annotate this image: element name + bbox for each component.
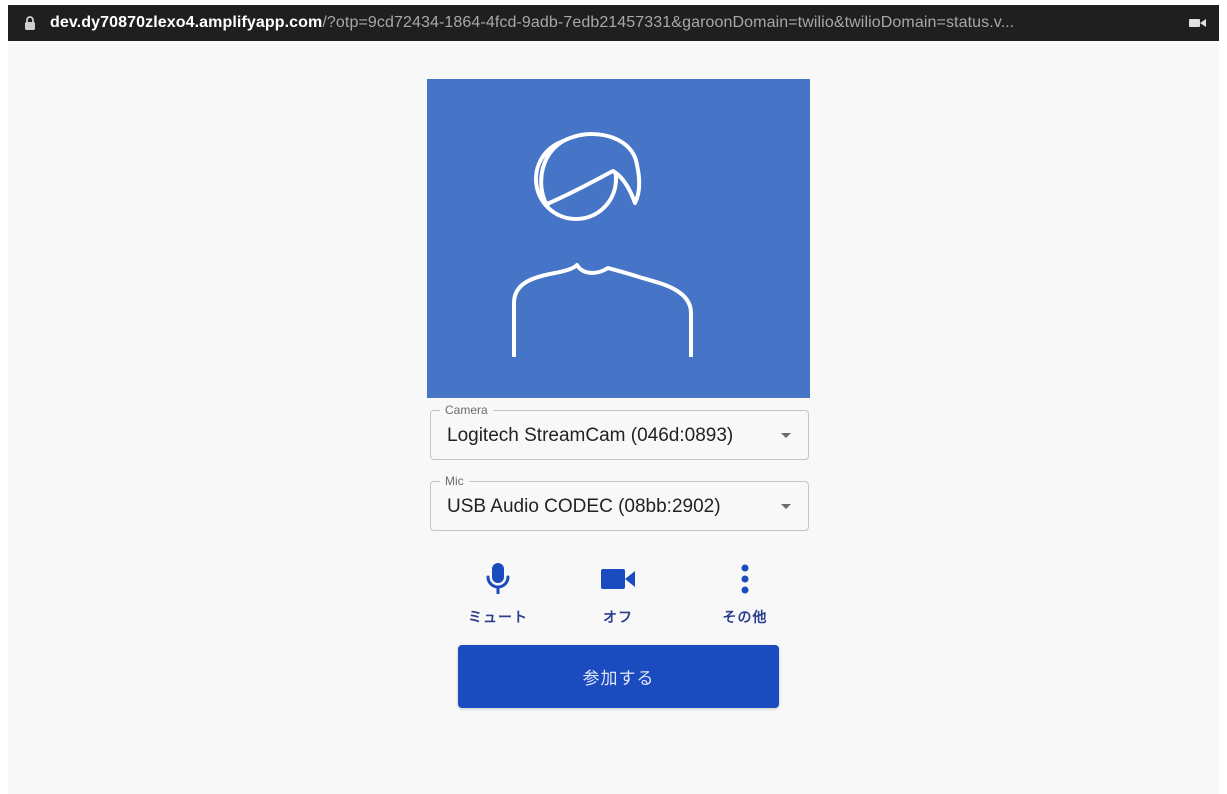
chevron-down-icon[interactable] (781, 433, 791, 438)
camera-select[interactable]: Camera Logitech StreamCam (046d:0893) (430, 402, 809, 460)
url-text[interactable]: dev.dy70870zlexo4.amplifyapp.com/?otp=9c… (50, 14, 1177, 32)
mic-select-value: USB Audio CODEC (08bb:2902) (447, 496, 721, 517)
lock-icon (25, 16, 35, 30)
person-avatar-icon (512, 132, 693, 357)
url-host: dev.dy70870zlexo4.amplifyapp.com (50, 14, 323, 31)
browser-window: dev.dy70870zlexo4.amplifyapp.com/?otp=9c… (0, 0, 1227, 794)
chevron-down-icon[interactable] (781, 504, 791, 509)
camera-select-value: Logitech StreamCam (046d:0893) (447, 425, 734, 446)
address-bar[interactable]: dev.dy70870zlexo4.amplifyapp.com/?otp=9c… (8, 5, 1219, 41)
more-vertical-icon (741, 564, 749, 594)
video-off-button[interactable]: オフ (578, 561, 658, 631)
video-camera-icon (601, 569, 635, 589)
mic-select[interactable]: Mic USB Audio CODEC (08bb:2902) (430, 473, 809, 531)
page-content: Camera Logitech StreamCam (046d:0893) Mi… (8, 41, 1219, 794)
url-path: /?otp=9cd72434-1864-4fcd-9adb-7edb214573… (322, 14, 1015, 31)
mic-select-label: Mic (440, 473, 469, 489)
video-camera-icon[interactable] (1189, 16, 1207, 30)
join-button[interactable]: 参加する (458, 645, 779, 708)
microphone-icon (486, 563, 510, 594)
more-options-button[interactable]: その他 (705, 561, 785, 631)
more-options-label: その他 (722, 610, 768, 626)
mute-label: ミュート (468, 610, 528, 626)
camera-select-label: Camera (440, 402, 493, 418)
video-preview (427, 79, 810, 398)
mute-button[interactable]: ミュート (458, 561, 538, 631)
video-off-label: オフ (603, 610, 633, 626)
